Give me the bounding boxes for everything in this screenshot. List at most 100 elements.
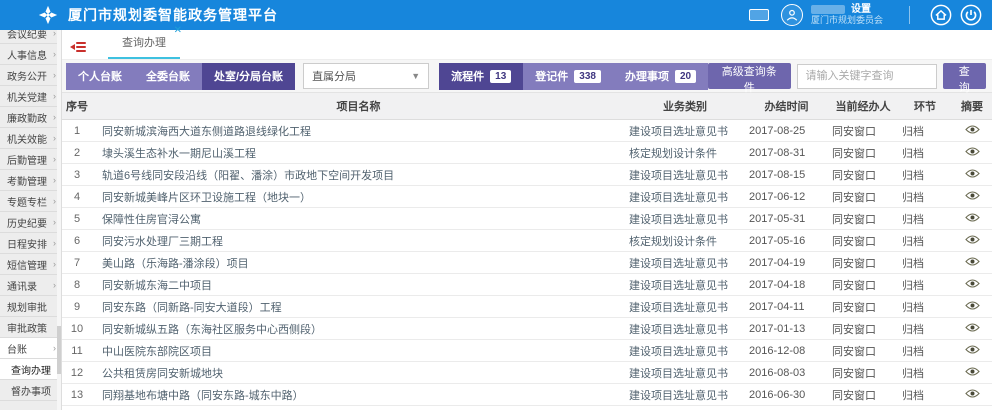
sidebar-item-label: 政务公开 [7, 68, 47, 83]
view-detail-eye-icon[interactable] [952, 389, 992, 401]
sidebar-item-label: 廉政勤政 [7, 110, 47, 125]
cell-handler: 同安窗口 [828, 167, 898, 183]
cell-project-name: 保障性住房官浔公寓 [92, 211, 625, 227]
ledger-tab[interactable]: 个人台账 [66, 63, 134, 90]
table-row[interactable]: 3轨道6号线同安段沿线（阳翟、潘涂）市政地下空间开发项目建设项目选址意见书201… [62, 164, 992, 186]
sidebar-item-label: 机关效能 [7, 131, 47, 146]
table-row[interactable]: 13同翔基地布塘中路（同安东路-城东中路）建设项目选址意见书2016-06-30… [62, 384, 992, 406]
branch-select[interactable]: 直属分局 ▼ [303, 63, 429, 89]
sidebar-scrollbar-thumb[interactable] [57, 326, 61, 374]
app-header: 厦门市规划委智能政务管理平台 设置 厦门市规划委员会 [0, 0, 992, 30]
sidebar-item[interactable]: 审批政策 [0, 317, 61, 338]
sidebar-item[interactable]: 机关党建› [0, 86, 61, 107]
view-detail-eye-icon[interactable] [952, 235, 992, 247]
view-detail-eye-icon[interactable] [952, 323, 992, 335]
sidebar-item[interactable]: 通讯录› [0, 275, 61, 296]
sidebar-item[interactable]: 廉政勤政› [0, 107, 61, 128]
cell-index: 12 [62, 367, 92, 379]
device-icon[interactable] [749, 9, 769, 21]
table-row[interactable]: 2埭头溪生态补水一期尼山溪工程核定规划设计条件2017-08-31同安窗口归档 [62, 142, 992, 164]
user-avatar-icon[interactable] [781, 4, 803, 26]
cell-handler: 同安窗口 [828, 233, 898, 249]
sidebar-scrollbar[interactable] [57, 30, 61, 410]
cell-category: 建设项目选址意见书 [625, 189, 745, 205]
sidebar-item-label: 历史纪要 [7, 215, 47, 230]
column-header: 摘要 [952, 98, 992, 114]
tab-bar: 查询办理 ✕ [62, 30, 992, 60]
ledger-tab-group: 个人台账全委台账处室/分局台账 [66, 63, 295, 90]
sidebar-item[interactable]: 日程安排› [0, 233, 61, 254]
table-header-row: 序号项目名称业务类别办结时间当前经办人环节摘要 [62, 93, 992, 120]
cell-stage: 归档 [898, 387, 952, 403]
table-row[interactable]: 11中山医院东部院区项目建设项目选址意见书2016-12-08同安窗口归档 [62, 340, 992, 362]
counter-button[interactable]: 登记件338 [523, 63, 613, 90]
view-detail-eye-icon[interactable] [952, 345, 992, 357]
cell-category: 建设项目选址意见书 [625, 365, 745, 381]
sidebar-item[interactable]: 人事信息 › [0, 44, 61, 65]
sidebar-item[interactable]: 规划审批 [0, 296, 61, 317]
table-row[interactable]: 8同安新城东海二中项目建设项目选址意见书2017-04-18同安窗口归档 [62, 274, 992, 296]
table-row[interactable]: 1同安新城滨海西大道东侧道路退线绿化工程建设项目选址意见书2017-08-25同… [62, 120, 992, 142]
counter-group: 流程件13登记件338办理事项20 [439, 63, 708, 90]
view-detail-eye-icon[interactable] [952, 169, 992, 181]
sidebar-item[interactable]: 短信管理› [0, 254, 61, 275]
cell-date: 2017-08-15 [745, 169, 828, 181]
view-detail-eye-icon[interactable] [952, 125, 992, 137]
view-detail-eye-icon[interactable] [952, 191, 992, 203]
sidebar-item[interactable]: 后勤管理› [0, 149, 61, 170]
cell-date: 2017-04-19 [745, 257, 828, 269]
cell-handler: 同安窗口 [828, 145, 898, 161]
table-row[interactable]: 10同安新城纵五路（东海社区服务中心西侧段）建设项目选址意见书2017-01-1… [62, 318, 992, 340]
chevron-right-icon: › [53, 49, 56, 59]
cell-project-name: 同安污水处理厂三期工程 [92, 233, 625, 249]
cell-category: 建设项目选址意见书 [625, 211, 745, 227]
table-row[interactable]: 12公共租赁房同安新城地块建设项目选址意见书2016-08-03同安窗口归档 [62, 362, 992, 384]
sidebar-item-label: 台账 [7, 341, 27, 356]
sidebar-item[interactable]: 台账› [0, 338, 61, 359]
cell-date: 2017-05-31 [745, 213, 828, 225]
sidebar-item-label: 短信管理 [7, 257, 47, 272]
home-icon[interactable] [930, 4, 952, 26]
cell-index: 3 [62, 169, 92, 181]
view-detail-eye-icon[interactable] [952, 367, 992, 379]
sidebar-item[interactable]: 专题专栏› [0, 191, 61, 212]
counter-label: 登记件 [535, 68, 568, 84]
view-detail-eye-icon[interactable] [952, 213, 992, 225]
counter-button[interactable]: 办理事项20 [613, 63, 708, 90]
table-row[interactable]: 6同安污水处理厂三期工程核定规划设计条件2017-05-16同安窗口归档 [62, 230, 992, 252]
sidebar-item[interactable]: 查询办理 [0, 359, 61, 380]
query-button[interactable]: 查询 [943, 63, 986, 89]
advanced-query-button[interactable]: 高级查询条件 [708, 63, 790, 89]
table-row[interactable]: 7美山路（乐海路-潘涂段）项目建设项目选址意见书2017-04-19同安窗口归档 [62, 252, 992, 274]
tab-label: 查询办理 [122, 37, 166, 49]
sidebar-item[interactable]: 会议纪要› [0, 30, 61, 44]
sidebar-item[interactable]: 考勤管理› [0, 170, 61, 191]
sidebar-item-label: 机关党建 [7, 89, 47, 104]
collapse-tabs-icon[interactable] [70, 40, 86, 52]
sidebar-item-label: 日程安排 [7, 236, 47, 251]
sidebar-item[interactable]: 机关效能› [0, 128, 61, 149]
settings-link[interactable]: 设置 [851, 4, 871, 15]
power-icon[interactable] [960, 4, 982, 26]
sidebar-item[interactable]: 历史纪要› [0, 212, 61, 233]
keyword-search-input[interactable] [797, 64, 937, 89]
view-detail-eye-icon[interactable] [952, 257, 992, 269]
sidebar-item[interactable]: 政务公开› [0, 65, 61, 86]
view-detail-eye-icon[interactable] [952, 147, 992, 159]
tab-query-processing[interactable]: 查询办理 ✕ [108, 34, 180, 59]
ledger-tab[interactable]: 全委台账 [134, 63, 202, 90]
sidebar-item-label: 考勤管理 [7, 173, 47, 188]
tab-close-icon[interactable]: ✕ [174, 25, 182, 36]
table-row[interactable]: 4同安新城美峰片区环卫设施工程（地块一）建设项目选址意见书2017-06-12同… [62, 186, 992, 208]
table-row[interactable]: 5保障性住房官浔公寓建设项目选址意见书2017-05-31同安窗口归档 [62, 208, 992, 230]
cell-handler: 同安窗口 [828, 255, 898, 271]
ledger-tab[interactable]: 处室/分局台账 [202, 63, 295, 90]
sidebar-item-label: 人事信息 [7, 47, 47, 62]
counter-button[interactable]: 流程件13 [439, 63, 523, 90]
view-detail-eye-icon[interactable] [952, 279, 992, 291]
cell-stage: 归档 [898, 299, 952, 315]
sidebar: 会议纪要› 人事信息 › 政务公开›机关党建›廉政勤政›机关效能›后勤管理›考勤管理›… [0, 30, 62, 410]
table-row[interactable]: 9同安东路（同新路-同安大道段）工程建设项目选址意见书2017-04-11同安窗… [62, 296, 992, 318]
view-detail-eye-icon[interactable] [952, 301, 992, 313]
sidebar-item[interactable]: 督办事项 [0, 380, 61, 401]
